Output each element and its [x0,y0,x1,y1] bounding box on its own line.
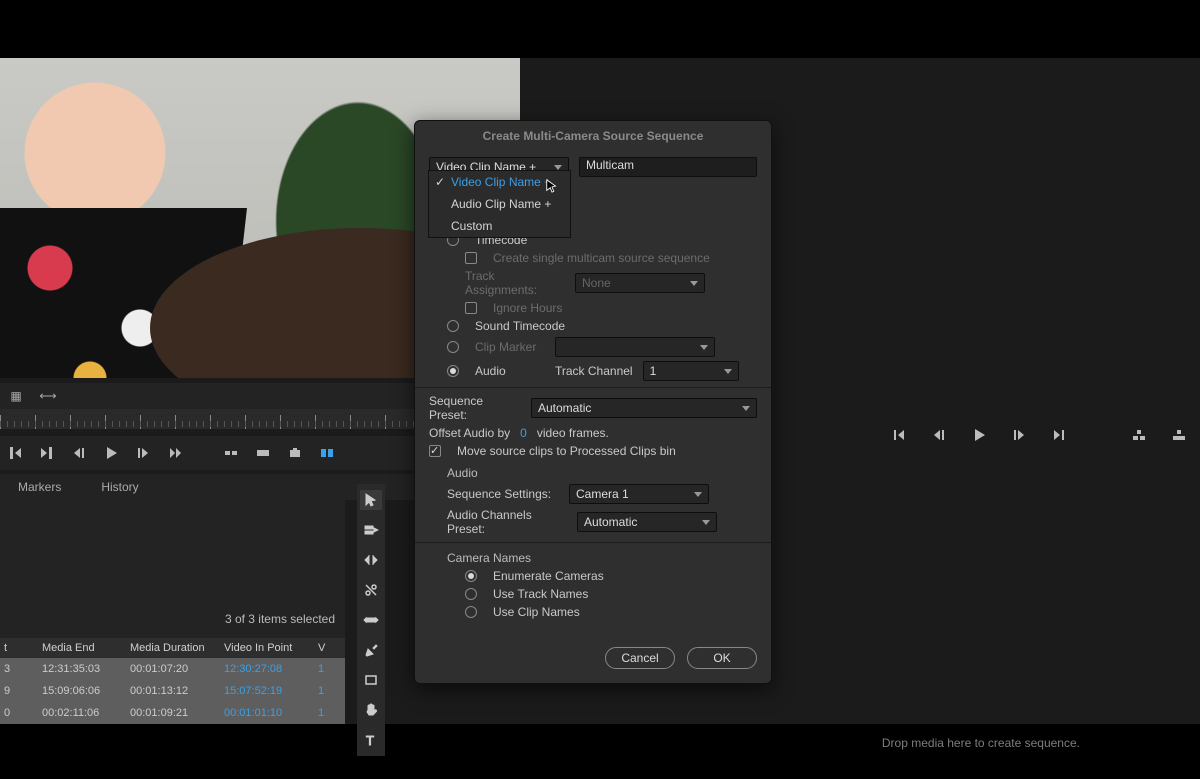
selection-status: 3 of 3 items selected [225,612,335,626]
track-channel-label: Track Channel [555,364,633,378]
drop-media-hint: Drop media here to create sequence. [882,736,1080,750]
mark-out-icon[interactable] [38,444,56,462]
col-1[interactable]: t [0,639,38,657]
cursor-icon [545,179,559,196]
chevron-down-icon [724,369,732,374]
table-row[interactable]: 3 12:31:35:03 00:01:07:20 12:30:27:08 1 [0,658,345,680]
slip-tool-icon[interactable] [360,610,382,630]
go-to-next-icon[interactable] [166,444,184,462]
chevron-down-icon [694,492,702,497]
table-header: t Media End Media Duration Video In Poin… [0,638,345,658]
step-back-icon[interactable] [70,444,88,462]
sequence-name-input[interactable]: Multicam [579,157,757,177]
track-select-icon[interactable] [360,520,382,540]
mark-out-icon[interactable] [810,426,828,444]
go-to-in-icon[interactable] [890,426,908,444]
selection-tool-icon[interactable] [360,490,382,510]
col-media-duration[interactable]: Media Duration [126,639,220,657]
chevron-down-icon [554,165,562,170]
camera-names-label: Camera Names [447,551,757,565]
play-icon[interactable] [102,444,120,462]
cancel-button[interactable]: Cancel [605,647,675,669]
col-video-in[interactable]: Video In Point [220,639,314,657]
type-tool-icon[interactable]: T [360,730,382,750]
dropdown-item-audio-clip[interactable]: Audio Clip Name + [429,193,570,215]
step-forward-icon[interactable] [1010,426,1028,444]
svg-text:T: T [366,733,374,748]
track-assignments-select: None [575,273,705,293]
radio-audio[interactable] [447,365,459,377]
radio-use-track-names[interactable] [465,588,477,600]
audio-section-label: Audio [447,466,757,480]
audio-channels-label: Audio Channels Preset: [447,508,567,536]
sequence-settings-select[interactable]: Camera 1 [569,484,709,504]
ok-button[interactable]: OK [687,647,757,669]
dialog-title: Create Multi-Camera Source Sequence [415,121,771,153]
play-icon[interactable] [970,426,988,444]
razor-tool-icon[interactable] [360,580,382,600]
media-table: t Media End Media Duration Video In Poin… [0,638,345,724]
sequence-preset-label: Sequence Preset: [429,394,521,422]
mark-in-icon[interactable] [6,444,24,462]
radio-use-clip-names[interactable] [465,606,477,618]
rectangle-tool-icon[interactable] [360,670,382,690]
mark-in-icon[interactable] [770,426,788,444]
check-ignore-hours[interactable] [465,302,477,314]
sequence-preset-select[interactable]: Automatic [531,398,757,418]
check-move-clips[interactable] [429,445,441,457]
col-5[interactable]: V [314,639,354,657]
clip-marker-select [555,337,715,357]
go-to-out-icon[interactable] [1050,426,1068,444]
extract-icon[interactable] [1170,426,1188,444]
preview-content [0,208,260,378]
app-stage: ▦ ⟷ 1/2 🔧 Markers History 3 of 3 items s… [0,58,1200,724]
col-media-end[interactable]: Media End [38,639,126,657]
marker-list-icon[interactable]: ▦ [5,385,27,407]
overwrite-icon[interactable] [254,444,272,462]
table-row[interactable]: 0 00:02:11:06 00:01:09:21 00:01:01:10 1 [0,702,345,724]
tab-history[interactable]: History [101,480,138,494]
radio-sound-timecode[interactable] [447,320,459,332]
table-row[interactable]: 9 15:09:06:06 00:01:13:12 15:07:52:19 1 [0,680,345,702]
step-forward-icon[interactable] [134,444,152,462]
chevron-down-icon [702,520,710,525]
dropdown-item-custom[interactable]: Custom [429,215,570,237]
project-panel: 3 of 3 items selected t Media End Media … [0,500,345,724]
track-channel-select[interactable]: 1 [643,361,739,381]
tab-markers[interactable]: Markers [18,480,61,494]
lift-icon[interactable] [1130,426,1148,444]
timeline-tools: T [357,484,385,756]
track-assignments-label: Track Assignments: [465,269,565,297]
safe-margins-icon[interactable]: ⟷ [37,385,59,407]
program-transport [730,421,1188,449]
export-frame-icon[interactable] [286,444,304,462]
hand-tool-icon[interactable] [360,700,382,720]
radio-clip-marker[interactable] [447,341,459,353]
insert-icon[interactable] [222,444,240,462]
sequence-settings-label: Sequence Settings: [447,487,559,501]
comparison-view-icon[interactable] [318,444,336,462]
check-create-single[interactable] [465,252,477,264]
ripple-edit-icon[interactable] [360,550,382,570]
pen-tool-icon[interactable] [360,640,382,660]
offset-audio-value[interactable]: 0 [520,426,527,440]
step-back-icon[interactable] [930,426,948,444]
radio-enumerate-cameras[interactable] [465,570,477,582]
audio-channels-select[interactable]: Automatic [577,512,717,532]
chevron-down-icon [742,406,750,411]
